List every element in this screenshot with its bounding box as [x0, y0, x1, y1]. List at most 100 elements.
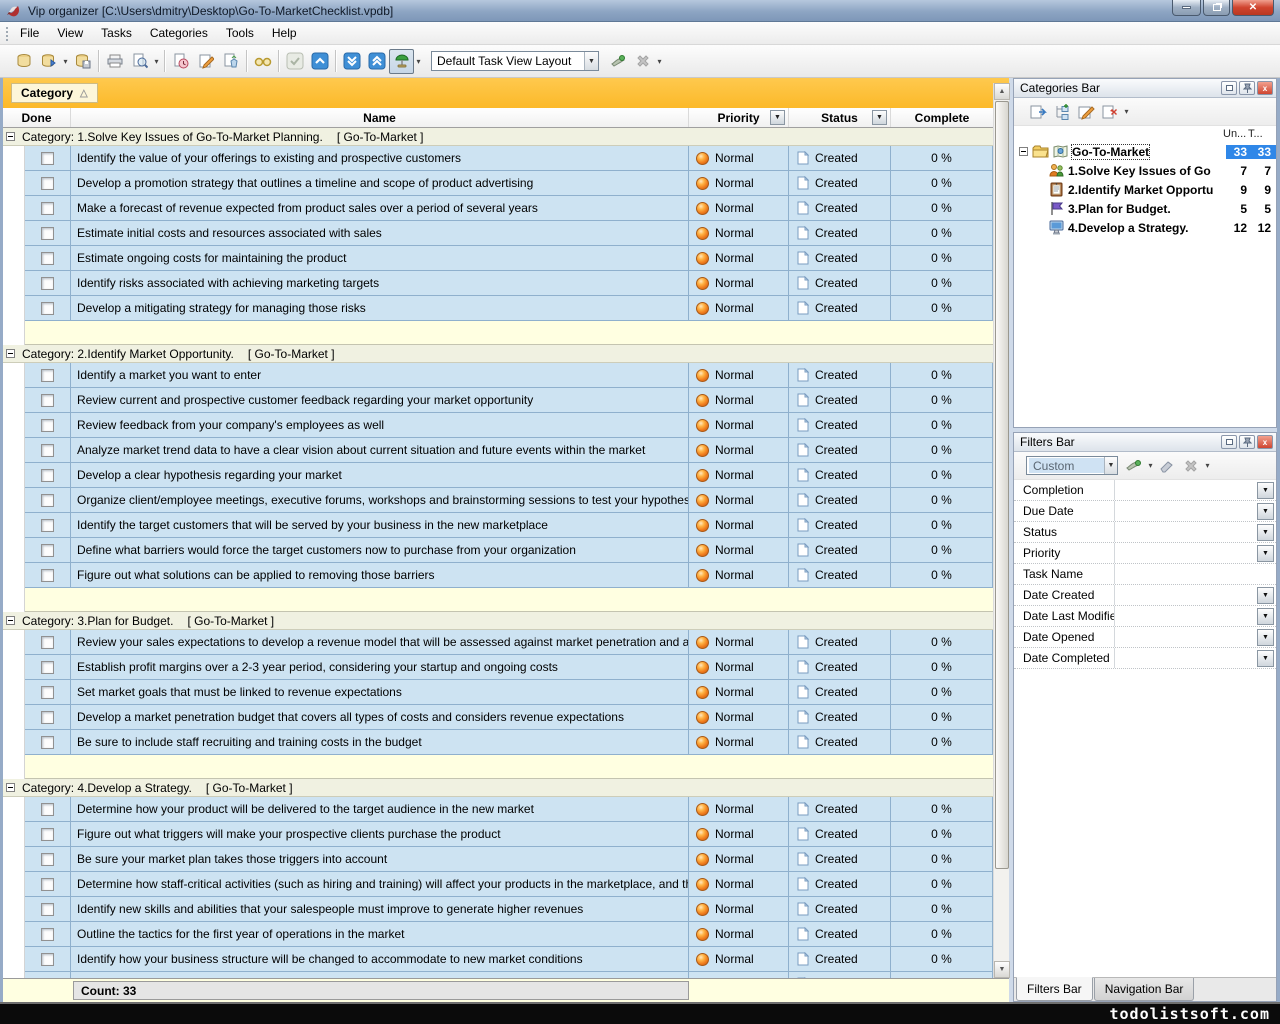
task-row[interactable]: Review current and prospective customer …	[3, 388, 993, 413]
filter-row[interactable]: Date Last Modifie▼	[1014, 606, 1276, 627]
filter-dropdown-icon[interactable]: ▼	[1257, 503, 1274, 520]
task-row[interactable]: Develop a mitigating strategy for managi…	[3, 296, 993, 321]
task-name-cell[interactable]: Identify risks associated with achieving…	[71, 271, 689, 296]
filters-restore-icon[interactable]	[1221, 435, 1237, 449]
tree-column-total[interactable]: T...	[1248, 128, 1273, 140]
task-row[interactable]: Identify the value of your offerings to …	[3, 146, 993, 171]
category-tree-item[interactable]: 2.Identify Market Opportu99	[1014, 180, 1276, 199]
filter-value[interactable]: ▼	[1114, 501, 1276, 521]
task-checkbox[interactable]	[41, 853, 54, 866]
task-row[interactable]: Estimate ongoing costs for maintaining t…	[3, 246, 993, 271]
priority-filter-dropdown-icon[interactable]: ▼	[770, 110, 785, 125]
column-header-name[interactable]: Name	[71, 108, 689, 127]
tab-filters-bar[interactable]: Filters Bar	[1016, 977, 1093, 1001]
task-name-cell[interactable]: Develop a promotion strategy that outlin…	[71, 171, 689, 196]
column-header-status[interactable]: Status▼	[789, 108, 891, 127]
task-row[interactable]: Outline the tactics for the first year o…	[3, 922, 993, 947]
column-header-done[interactable]: Done	[3, 108, 71, 127]
task-checkbox[interactable]	[41, 828, 54, 841]
task-checkbox[interactable]	[41, 494, 54, 507]
task-row[interactable]: Develop a clear hypothesis regarding you…	[3, 463, 993, 488]
collapse-group-icon[interactable]	[6, 349, 15, 358]
filter-value[interactable]: ▼	[1114, 543, 1276, 563]
task-row[interactable]: Figure out what triggers will make your …	[3, 822, 993, 847]
task-checkbox[interactable]	[41, 252, 54, 265]
task-name-cell[interactable]: Be sure to include staff recruiting and …	[71, 730, 689, 755]
layout-combobox[interactable]: Default Task View Layout ▼	[431, 51, 599, 71]
filter-row[interactable]: Task Name	[1014, 564, 1276, 585]
task-name-cell[interactable]: Review feedback from your company's empl…	[71, 413, 689, 438]
task-checkbox[interactable]	[41, 444, 54, 457]
task-row[interactable]: Determine how staff-critical activities …	[3, 872, 993, 897]
task-checkbox[interactable]	[41, 227, 54, 240]
categories-toolbar-overflow-icon[interactable]: ▾	[1122, 107, 1131, 116]
apply-filter-icon[interactable]	[1122, 455, 1146, 477]
print-icon[interactable]	[102, 49, 127, 74]
task-name-cell[interactable]: Develop a market penetration budget that…	[71, 705, 689, 730]
filter-row[interactable]: Date Opened▼	[1014, 627, 1276, 648]
task-checkbox[interactable]	[41, 419, 54, 432]
new-database-icon[interactable]	[11, 49, 36, 74]
task-name-cell[interactable]: Determine how staff-critical activities …	[71, 872, 689, 897]
task-name-cell[interactable]: Define what barriers would force the tar…	[71, 538, 689, 563]
task-checkbox[interactable]	[41, 928, 54, 941]
task-row[interactable]: Review your sales expectations to develo…	[3, 630, 993, 655]
filter-dropdown-icon[interactable]: ▼	[1257, 482, 1274, 499]
menu-item-file[interactable]: File	[11, 22, 48, 44]
task-name-cell[interactable]: Estimate ongoing costs for maintaining t…	[71, 246, 689, 271]
task-checkbox[interactable]	[41, 277, 54, 290]
task-checkbox[interactable]	[41, 803, 54, 816]
category-tree-item[interactable]: 1.Solve Key Issues of Go77	[1014, 161, 1276, 180]
task-checkbox[interactable]	[41, 544, 54, 557]
restore-button[interactable]	[1203, 0, 1230, 16]
collapse-group-icon[interactable]	[6, 132, 15, 141]
print-preview-icon[interactable]	[127, 49, 152, 74]
task-checkbox[interactable]	[41, 686, 54, 699]
task-name-cell[interactable]: Identify new skills and abilities that y…	[71, 897, 689, 922]
filter-dropdown-icon[interactable]: ▼	[1257, 629, 1274, 646]
task-name-cell[interactable]: Develop a clear hypothesis regarding you…	[71, 463, 689, 488]
category-tree-item[interactable]: 4.Develop a Strategy.1212	[1014, 218, 1276, 237]
move-up-icon[interactable]	[307, 49, 332, 74]
task-name-cell[interactable]: Be sure your market plan takes those tri…	[71, 847, 689, 872]
toolbar-overflow-icon[interactable]: ▾	[655, 57, 664, 66]
categories-close-icon[interactable]: x	[1257, 81, 1273, 95]
task-checkbox[interactable]	[41, 903, 54, 916]
group-by-category-button[interactable]: Category △	[11, 83, 98, 103]
edit-task-icon[interactable]	[193, 49, 218, 74]
filter-dropdown-icon[interactable]: ▼	[1257, 608, 1274, 625]
menu-item-help[interactable]: Help	[263, 22, 306, 44]
task-row[interactable]: Be sure to include staff recruiting and …	[3, 730, 993, 755]
category-tree-item[interactable]: 3.Plan for Budget.55	[1014, 199, 1276, 218]
task-checkbox[interactable]	[41, 569, 54, 582]
new-category-icon[interactable]	[1026, 101, 1050, 123]
open-database-icon[interactable]	[36, 49, 61, 74]
task-row[interactable]: Establish profit margins over a 2-3 year…	[3, 655, 993, 680]
task-row[interactable]: Figure out what solutions can be applied…	[3, 563, 993, 588]
tree-column-undone[interactable]: Un...	[1223, 128, 1248, 140]
apply-filter-dropdown-icon[interactable]: ▾	[1146, 461, 1155, 470]
filter-row[interactable]: Status▼	[1014, 522, 1276, 543]
filter-dropdown-icon[interactable]: ▼	[1257, 587, 1274, 604]
menu-item-categories[interactable]: Categories	[141, 22, 217, 44]
task-row[interactable]: Organize client/employee meetings, execu…	[3, 488, 993, 513]
task-row[interactable]: Identify new skills and abilities that y…	[3, 897, 993, 922]
task-name-cell[interactable]: Outline the tactics for the first year o…	[71, 922, 689, 947]
task-row[interactable]: Identify a market you want to enterNorma…	[3, 363, 993, 388]
column-header-complete[interactable]: Complete	[891, 108, 993, 127]
task-checkbox[interactable]	[41, 152, 54, 165]
task-row[interactable]: Identify the target customers that will …	[3, 513, 993, 538]
filters-close-icon[interactable]: x	[1257, 435, 1273, 449]
category-group-row[interactable]: Category: 2.Identify Market Opportunity.…	[3, 345, 993, 363]
task-row[interactable]: Make a forecast of revenue expected from…	[3, 196, 993, 221]
filters-toolbar-overflow-icon[interactable]: ▾	[1203, 461, 1212, 470]
task-name-cell[interactable]: Establish profit margins over a 2-3 year…	[71, 655, 689, 680]
open-database-dropdown-icon[interactable]: ▾	[61, 57, 70, 66]
scroll-down-icon[interactable]: ▼	[994, 961, 1010, 978]
filter-value[interactable]: ▼	[1114, 522, 1276, 542]
clear-filter-icon[interactable]	[1155, 455, 1179, 477]
task-row[interactable]: Define what barriers would force the tar…	[3, 538, 993, 563]
tab-navigation-bar[interactable]: Navigation Bar	[1094, 978, 1195, 1001]
categories-restore-icon[interactable]	[1221, 81, 1237, 95]
task-row[interactable]: Identify risks associated with achieving…	[3, 271, 993, 296]
